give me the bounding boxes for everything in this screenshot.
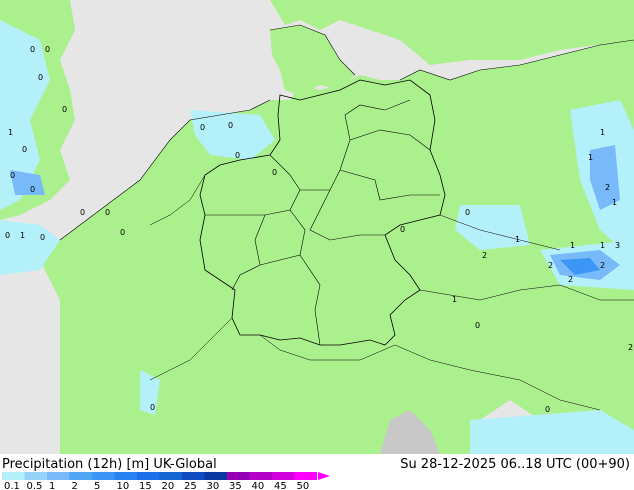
- scale-tick-label: 0.5: [27, 481, 43, 490]
- precip-value: 0: [235, 151, 240, 160]
- precip-value: 1: [588, 153, 593, 162]
- scale-tick-label: 40: [252, 481, 265, 490]
- scale-swatch: [137, 472, 160, 480]
- scale-tick-label: 20: [162, 481, 175, 490]
- scale-swatch: [204, 472, 227, 480]
- scale-swatch: [114, 472, 137, 480]
- scale-swatch: [24, 472, 47, 480]
- precip-value: 2: [600, 261, 605, 270]
- precip-value: 0: [10, 171, 15, 180]
- precip-value: 3: [615, 241, 620, 250]
- precip-value: 0: [80, 208, 85, 217]
- precip-value: 0: [5, 231, 10, 240]
- precip-value: 2: [568, 275, 573, 284]
- precip-value: 1: [570, 241, 575, 250]
- scale-tick-label: 50: [297, 481, 310, 490]
- precip-value: 2: [548, 261, 553, 270]
- scale-tick-label: 0.1: [4, 481, 20, 490]
- scale-swatch: [249, 472, 272, 480]
- precip-value: 1: [612, 198, 617, 207]
- scale-tick-label: 15: [139, 481, 152, 490]
- precip-value: 2: [482, 251, 487, 260]
- scale-tick-label: 10: [117, 481, 130, 490]
- precip-value: 0: [62, 105, 67, 114]
- scale-tick-label: 45: [274, 481, 287, 490]
- scale-arrow-icon: [318, 472, 330, 480]
- precip-value: 0: [200, 123, 205, 132]
- scale-swatch: [2, 472, 25, 480]
- scale-tick-label: 2: [72, 481, 78, 490]
- scale-labels: 0.1 0.5 1 2 5 10 15 20 25 30 35 40 45 50: [4, 481, 309, 490]
- scale-tick-label: 30: [207, 481, 220, 490]
- precip-value: 0: [40, 233, 45, 242]
- precip-value: 2: [628, 343, 633, 352]
- precip-value: 0: [120, 228, 125, 237]
- precip-value: 1: [20, 231, 25, 240]
- precip-value: 0: [105, 208, 110, 217]
- precip-value: 1: [515, 235, 520, 244]
- precip-value: 0: [30, 45, 35, 54]
- map-footer: Precipitation (12h) [m] UK-Global Su 28-…: [0, 454, 634, 490]
- scale-tick-label: 5: [94, 481, 100, 490]
- scale-tick-label: 35: [229, 481, 242, 490]
- precip-value: 0: [38, 73, 43, 82]
- precip-value: 1: [600, 241, 605, 250]
- map-title: Precipitation (12h) [m] UK-Global: [2, 457, 217, 472]
- scale-swatch: [92, 472, 115, 480]
- scale-swatch: [182, 472, 205, 480]
- precip-value: 0: [465, 208, 470, 217]
- precip-value: 0: [150, 403, 155, 412]
- scale-swatch: [47, 472, 70, 480]
- precip-value: 0: [30, 185, 35, 194]
- scale-tick-label: 1: [49, 481, 55, 490]
- map-svg: 0 0 0 0 1 0 0 0 0 1 0 0 0 0 0 0 0 0 0 0 …: [0, 0, 634, 454]
- precip-value: 0: [228, 121, 233, 130]
- scale-swatch: [294, 472, 317, 480]
- weather-map: 0 0 0 0 1 0 0 0 0 1 0 0 0 0 0 0 0 0 0 0 …: [0, 0, 634, 454]
- scale-tick-label: 25: [184, 481, 197, 490]
- precip-value: 0: [45, 45, 50, 54]
- scale-swatches: [2, 472, 317, 480]
- precip-value: 0: [545, 405, 550, 414]
- scale-swatch: [69, 472, 92, 480]
- precip-value: 0: [22, 145, 27, 154]
- color-scale: 0.1 0.5 1 2 5 10 15 20 25 30 35 40 45 50: [2, 472, 330, 490]
- precip-value: 1: [452, 295, 457, 304]
- precip-value: 1: [8, 128, 13, 137]
- scale-swatch: [227, 472, 250, 480]
- precip-value: 1: [600, 128, 605, 137]
- precip-value: 2: [605, 183, 610, 192]
- scale-swatch: [159, 472, 182, 480]
- map-datetime: Su 28-12-2025 06..18 UTC (00+90): [400, 457, 630, 472]
- precip-value: 0: [272, 168, 277, 177]
- precip-value: 0: [400, 225, 405, 234]
- scale-swatch: [272, 472, 295, 480]
- precip-value: 0: [475, 321, 480, 330]
